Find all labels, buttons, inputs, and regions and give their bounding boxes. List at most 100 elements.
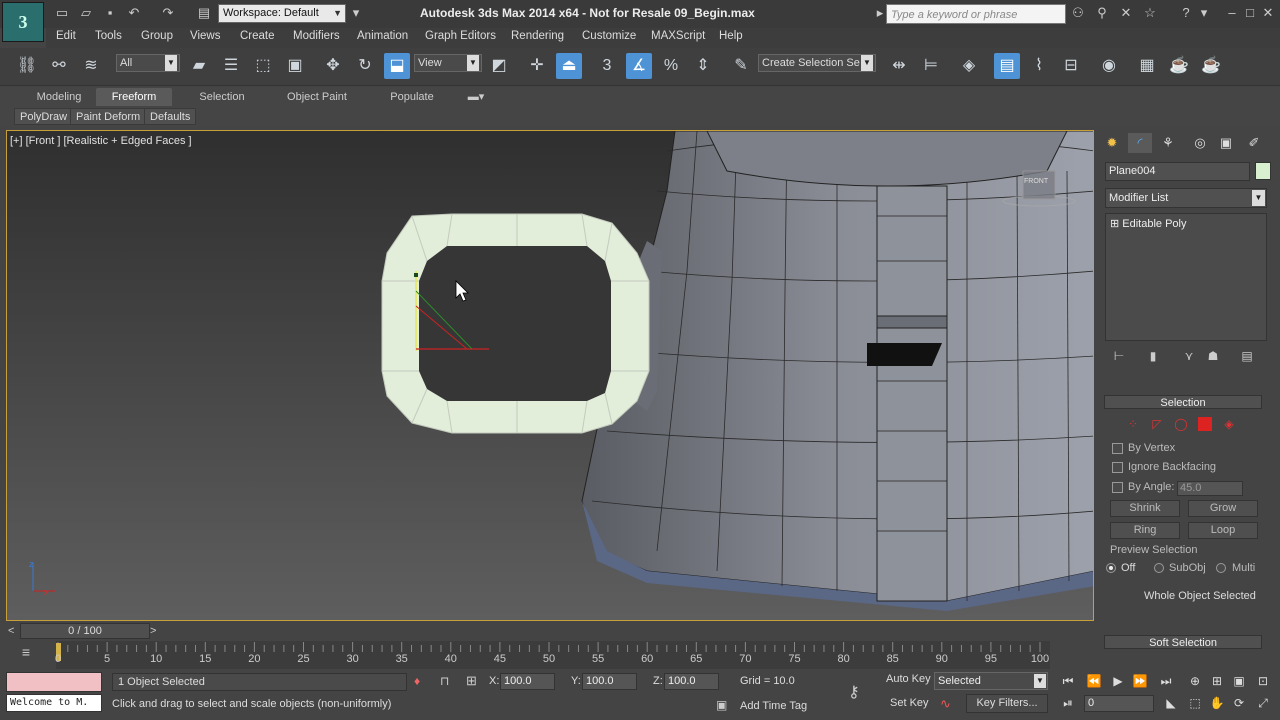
help-dropdown-icon[interactable]: ▾	[1196, 5, 1212, 21]
create-tab-icon[interactable]: ✹	[1100, 133, 1124, 153]
viewcube[interactable]: FRONT	[1024, 178, 1048, 185]
viewport-label[interactable]: [+] [Front ] [Realistic + Edged Faces ]	[10, 135, 192, 147]
graphite-tools-icon[interactable]: ▤	[994, 53, 1020, 79]
select-object-icon[interactable]: ▰	[186, 53, 212, 79]
loop-button[interactable]: Loop	[1188, 522, 1258, 539]
render-production-icon[interactable]: ☕	[1198, 53, 1224, 79]
by-angle-checkbox[interactable]	[1112, 482, 1123, 493]
reference-coordinate-select[interactable]: View ▼	[414, 54, 482, 72]
open-file-icon[interactable]: ▱	[78, 5, 94, 21]
preview-subobj-radio[interactable]	[1154, 563, 1164, 573]
default-in-out-tangents-icon[interactable]: ∿	[940, 696, 951, 712]
curve-editor-icon[interactable]: ⌇	[1026, 53, 1052, 79]
ignore-backfacing-checkbox[interactable]	[1112, 462, 1123, 473]
preview-off-radio[interactable]	[1106, 563, 1116, 573]
utilities-tab-icon[interactable]: ✐	[1242, 133, 1266, 153]
tab-freeform[interactable]: Freeform	[96, 88, 172, 106]
new-file-icon[interactable]: ▭	[54, 5, 70, 21]
transform-mode-icon[interactable]: ⊞	[466, 673, 477, 689]
select-and-scale-icon[interactable]: ⬓	[384, 53, 410, 79]
layer-manager-icon[interactable]: ◈	[956, 53, 982, 79]
time-tag-icon[interactable]: ▣	[716, 698, 727, 712]
polygon-mode-icon[interactable]	[1198, 417, 1212, 431]
menu-help[interactable]: Help	[719, 30, 743, 42]
remove-modifier-icon[interactable]: ☗	[1204, 349, 1222, 365]
stack-item-editable-poly[interactable]: ⊞ Editable Poly	[1110, 217, 1187, 230]
window-crossing-icon[interactable]: ▣	[282, 53, 308, 79]
ring-button[interactable]: Ring	[1110, 522, 1180, 539]
align-icon[interactable]: ⊨	[918, 53, 944, 79]
menu-animation[interactable]: Animation	[357, 30, 408, 42]
tab-object-paint[interactable]: Object Paint	[284, 88, 350, 106]
menu-edit[interactable]: Edit	[56, 30, 76, 42]
angle-snap-icon[interactable]: ∡	[626, 53, 652, 79]
previous-frame-icon[interactable]: ⏪	[1084, 674, 1104, 690]
close-icon[interactable]: ✕	[1260, 5, 1276, 21]
maxscript-mini-listener[interactable]: Welcome to M.	[6, 694, 102, 712]
preview-multi-radio[interactable]	[1216, 563, 1226, 573]
current-frame-field[interactable]: 0	[1084, 695, 1154, 712]
minimize-icon[interactable]: –	[1224, 5, 1240, 21]
redo-icon[interactable]: ↷	[160, 5, 176, 21]
save-icon[interactable]: ▪	[102, 5, 118, 21]
menu-customize[interactable]: Customize	[582, 30, 636, 42]
favorites-star-icon[interactable]: ☆	[1142, 5, 1158, 21]
auto-key-button[interactable]: Auto Key	[886, 673, 931, 685]
move-icon[interactable]: ✥	[320, 53, 346, 79]
next-frame-icon[interactable]: ⏩	[1130, 674, 1150, 690]
menu-tools[interactable]: Tools	[95, 30, 122, 42]
binoculars-icon[interactable]: ⚇	[1070, 5, 1086, 21]
time-next-icon[interactable]: >	[150, 625, 156, 637]
display-tab-icon[interactable]: ▣	[1214, 133, 1238, 153]
undo-icon[interactable]: ↶	[126, 5, 142, 21]
time-slider-thumb[interactable]: 0 / 100	[20, 623, 150, 639]
edge-mode-icon[interactable]: ◸	[1150, 417, 1164, 431]
angle-spinner[interactable]: 45.0	[1177, 481, 1243, 496]
menu-modifiers[interactable]: Modifiers	[293, 30, 340, 42]
field-of-view-icon[interactable]: ◣	[1162, 696, 1180, 712]
show-end-result-icon[interactable]: ▮	[1144, 349, 1162, 365]
zoom-region-icon[interactable]: ⬚	[1186, 696, 1204, 712]
by-vertex-checkbox[interactable]	[1112, 443, 1123, 454]
vertex-mode-icon[interactable]: ⁘	[1126, 417, 1140, 431]
menu-maxscript[interactable]: MAXScript	[651, 30, 705, 42]
unlink-icon[interactable]: ⚯	[46, 53, 72, 79]
maxscript-listener[interactable]	[6, 672, 102, 692]
set-key-button[interactable]: Set Key	[890, 697, 929, 709]
play-icon[interactable]: ▶	[1108, 674, 1128, 690]
key-mode-select[interactable]: Selected ▼	[934, 672, 1048, 690]
hierarchy-tab-icon[interactable]: ⚘	[1156, 133, 1180, 153]
modifier-list-select[interactable]: Modifier List ▼	[1105, 188, 1267, 208]
tab-modeling[interactable]: Modeling	[34, 88, 84, 106]
key-filters-button[interactable]: Key Filters...	[966, 694, 1048, 713]
defaults-button[interactable]: Defaults	[144, 108, 197, 125]
mirror-icon[interactable]: ⇹	[886, 53, 912, 79]
soft-selection-rollout-header[interactable]: Soft Selection	[1104, 635, 1262, 649]
viewport-front[interactable]	[6, 130, 1094, 621]
pivot-center-icon[interactable]: ◩	[486, 53, 512, 79]
rotate-icon[interactable]: ↻	[352, 53, 378, 79]
configure-modifier-sets-icon[interactable]: ▤	[1238, 349, 1256, 365]
zoom-all-icon[interactable]: ⊞	[1208, 674, 1226, 690]
schematic-view-icon[interactable]: ⊟	[1058, 53, 1084, 79]
subscription-icon[interactable]: ⚲	[1094, 5, 1110, 21]
open-mini-curve-editor-icon[interactable]: ≡	[14, 644, 38, 664]
keyboard-shortcut-override-icon[interactable]: ⏏	[556, 53, 582, 79]
ribbon-options-icon[interactable]: ▬▾	[462, 88, 490, 106]
spinner-snap-icon[interactable]: ⇕	[690, 53, 716, 79]
modify-tab-icon[interactable]: ◜	[1128, 133, 1152, 153]
qat-menu-icon[interactable]: ▾	[348, 5, 364, 21]
selection-rollout-header[interactable]: Selection	[1104, 395, 1262, 409]
app-logo-button[interactable]: 3	[2, 2, 44, 42]
bind-space-warp-icon[interactable]: ≋	[78, 53, 104, 79]
make-unique-icon[interactable]: ⋎	[1180, 349, 1198, 365]
search-input[interactable]: Type a keyword or phrase	[886, 4, 1066, 24]
workspace-select[interactable]: Workspace: Default ▼	[218, 4, 346, 23]
motion-tab-icon[interactable]: ◎	[1188, 133, 1212, 153]
select-manipulate-icon[interactable]: ✛	[524, 53, 550, 79]
communication-icon[interactable]: ✕	[1118, 5, 1134, 21]
edit-named-selection-icon[interactable]: ✎	[728, 53, 754, 79]
rendered-frame-icon[interactable]: ☕	[1166, 53, 1192, 79]
add-time-tag[interactable]: Add Time Tag	[740, 700, 807, 712]
orbit-icon[interactable]: ⟳	[1230, 696, 1248, 712]
